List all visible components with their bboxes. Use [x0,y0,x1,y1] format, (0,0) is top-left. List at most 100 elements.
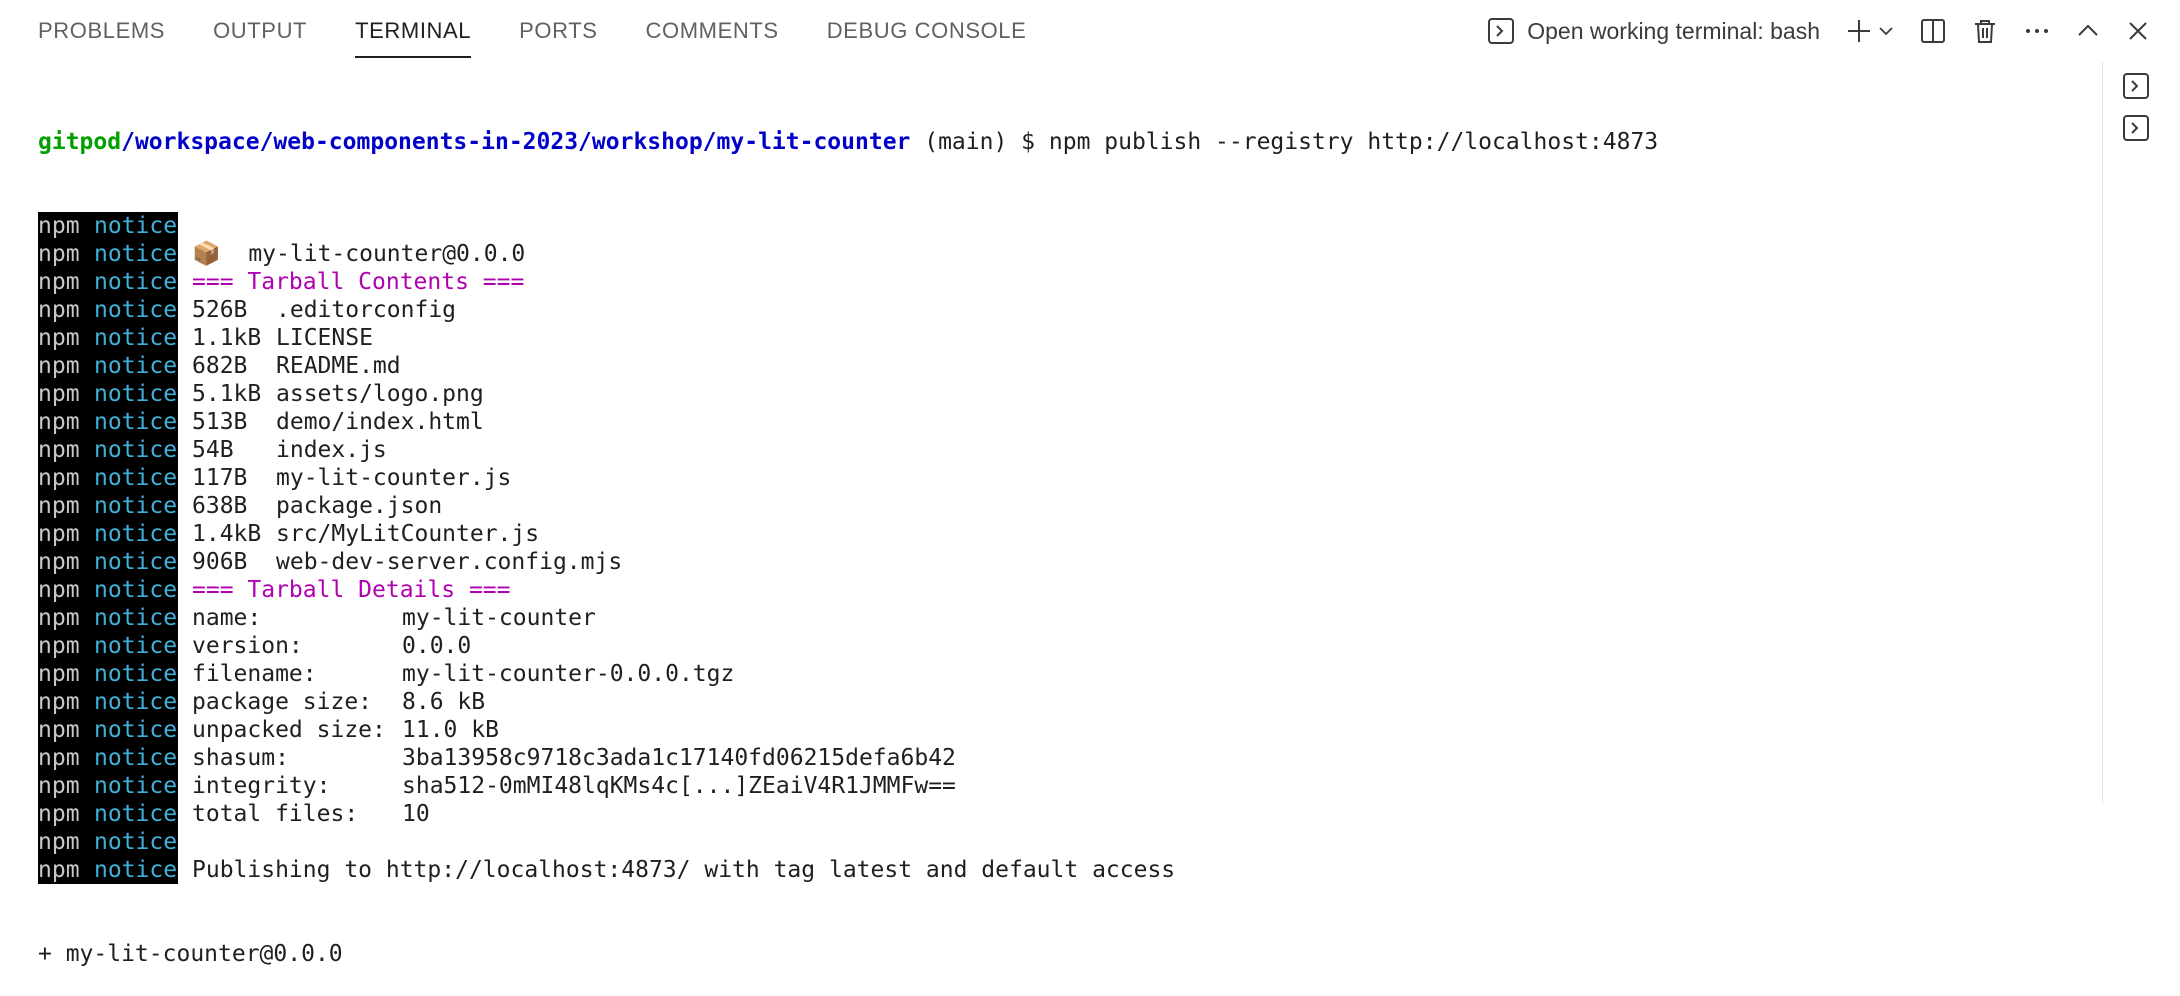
notice-tag: notice [94,828,178,856]
file-size: 906B [192,549,248,575]
chevron-up-icon [2076,19,2100,43]
npm-tag: npm [38,436,94,464]
detail-value: 3ba13958c9718c3ada1c17140fd06215defa6b42 [402,745,956,771]
notice-tag: notice [94,436,178,464]
npm-tag: npm [38,352,94,380]
npm-tag: npm [38,604,94,632]
terminal-instance-1-icon[interactable] [2122,72,2150,100]
notice-tag: notice [94,576,178,604]
notice-tag: notice [94,800,178,828]
notice-tag: notice [94,856,178,884]
npm-notice-line: npm notice 117B my-lit-counter.js [38,464,2088,492]
npm-notice-line: npm notice total files: 10 [38,800,2088,828]
detail-value: 11.0 kB [402,717,499,743]
more-actions-button[interactable] [2024,11,2050,51]
split-icon [1920,18,1946,44]
npm-notice-line: npm notice package size: 8.6 kB [38,688,2088,716]
chevron-down-icon[interactable] [1878,23,1894,39]
file-size: 1.1kB [192,325,262,351]
npm-notice-line: npm notice 638B package.json [38,492,2088,520]
npm-notice-line: npm notice === Tarball Details === [38,576,2088,604]
detail-key: unpacked size: [192,717,386,743]
prompt-branch: (main) $ [910,129,1049,155]
notice-tag: notice [94,464,178,492]
notice-tag: notice [94,548,178,576]
npm-notice-line: npm notice unpacked size: 11.0 kB [38,716,2088,744]
npm-tag: npm [38,464,94,492]
notice-tag: notice [94,772,178,800]
npm-notice-line: npm notice [38,212,2088,240]
npm-tag: npm [38,408,94,436]
npm-notice-line: npm notice Publishing to http://localhost:… [38,856,2088,884]
npm-notice-line: npm notice 682B README.md [38,352,2088,380]
npm-tag: npm [38,856,94,884]
close-panel-button[interactable] [2126,11,2150,51]
publishing-line: Publishing to http://localhost:4873/ wit… [192,857,1176,883]
detail-key: total files: [192,801,359,827]
npm-tag: npm [38,520,94,548]
tab-output[interactable]: OUTPUT [213,0,307,62]
detail-key: package size: [192,689,373,715]
notice-tag: notice [94,660,178,688]
detail-key: shasum: [192,745,289,771]
detail-key: version: [192,633,303,659]
file-size: 526B [192,297,248,323]
file-size: 638B [192,493,248,519]
file-size: 1.4kB [192,521,262,547]
notice-tag: notice [94,352,178,380]
kill-terminal-button[interactable] [1972,11,1998,51]
detail-key: integrity: [192,773,331,799]
split-terminal-button[interactable] [1920,11,1946,51]
file-name: .editorconfig [276,297,457,323]
npm-notice-line: npm notice name: my-lit-counter [38,604,2088,632]
tab-ports[interactable]: PORTS [519,0,597,62]
notice-tag: notice [94,324,178,352]
npm-tag: npm [38,772,94,800]
npm-notice-line: npm notice filename: my-lit-counter-0.0.0.t… [38,660,2088,688]
npm-tag: npm [38,632,94,660]
npm-tag: npm [38,548,94,576]
new-terminal-button[interactable] [1846,11,1894,51]
file-size: 5.1kB [192,381,262,407]
panel-header: PROBLEMS OUTPUT TERMINAL PORTS COMMENTS … [0,0,2180,62]
terminal-icon [1487,17,1515,45]
notice-tag: notice [94,744,178,772]
npm-notice-line: npm notice === Tarball Contents === [38,268,2088,296]
notice-tag: notice [94,604,178,632]
contents-header: === Tarball Contents === [192,269,525,295]
maximize-panel-button[interactable] [2076,11,2100,51]
open-working-terminal-button[interactable]: Open working terminal: bash [1487,11,1820,51]
prompt-command: npm publish --registry http://localhost:… [1048,129,1659,155]
npm-tag: npm [38,324,94,352]
notice-tag: notice [94,688,178,716]
npm-notice-line: npm notice 513B demo/index.html [38,408,2088,436]
file-size: 513B [192,409,248,435]
notice-tag: notice [94,380,178,408]
terminal-output[interactable]: gitpod /workspace/web-components-in-2023… [38,72,2088,967]
npm-tag: npm [38,660,94,688]
npm-notice-line: npm notice 5.1kB assets/logo.png [38,380,2088,408]
panel-actions: Open working terminal: bash [1487,0,2150,62]
npm-tag: npm [38,576,94,604]
tab-problems[interactable]: PROBLEMS [38,0,165,62]
file-size: 54B [192,437,234,463]
file-size: 682B [192,353,248,379]
npm-notice-line: npm notice 📦 my-lit-counter@0.0.0 [38,240,2088,268]
npm-tag: npm [38,296,94,324]
file-name: demo/index.html [276,409,484,435]
notice-tag: notice [94,212,178,240]
npm-tag: npm [38,744,94,772]
tab-debug-console[interactable]: DEBUG CONSOLE [827,0,1027,62]
npm-tag: npm [38,800,94,828]
terminal-instance-2-icon[interactable] [2122,114,2150,142]
open-working-terminal-label: Open working terminal: bash [1527,17,1820,44]
notice-tag: notice [94,492,178,520]
file-name: assets/logo.png [276,381,484,407]
notice-tag: notice [94,632,178,660]
npm-tag: npm [38,240,94,268]
prompt-user: gitpod [38,129,122,155]
tab-comments[interactable]: COMMENTS [646,0,779,62]
tab-terminal[interactable]: TERMINAL [355,0,472,62]
notice-tag: notice [94,268,178,296]
npm-tag: npm [38,716,94,744]
